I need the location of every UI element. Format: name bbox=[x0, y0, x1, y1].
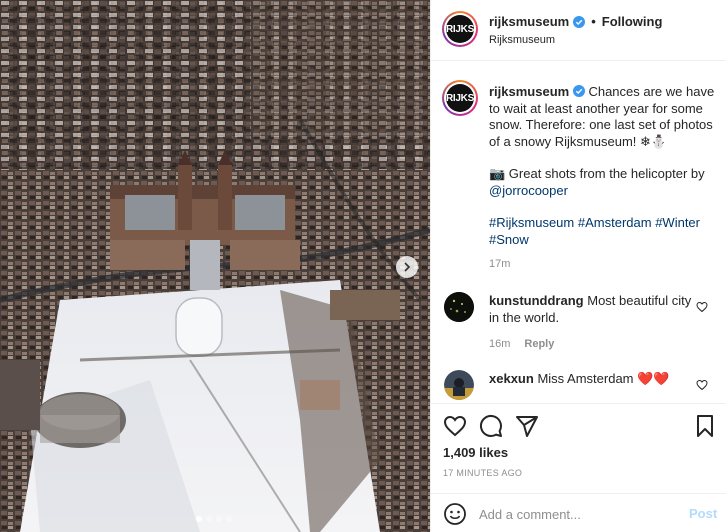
caption-credit: 📷 Great shots from the helicopter by bbox=[489, 166, 705, 181]
commenter-avatar-image bbox=[444, 292, 474, 322]
username-link[interactable]: rijksmuseum bbox=[489, 14, 569, 29]
post-caption: rijksmuseum Chances are we have to wait … bbox=[489, 84, 719, 248]
commenter-avatar-image bbox=[444, 370, 474, 400]
carousel-dot bbox=[196, 516, 202, 522]
post-header: RIJKS rijksmuseum • Following Rijksmuseu… bbox=[431, 0, 726, 61]
reply-button[interactable]: Reply bbox=[524, 338, 554, 350]
comment-body: xekxun Miss Amsterdam ❤️❤️ bbox=[489, 370, 694, 387]
post-photo[interactable] bbox=[0, 0, 430, 532]
comment-meta: 16m Reply bbox=[489, 338, 554, 350]
post-timestamp[interactable]: 17 MINUTES AGO bbox=[443, 468, 522, 478]
avatar[interactable] bbox=[444, 370, 474, 400]
comment-like-heart-icon[interactable] bbox=[696, 301, 708, 313]
separator-dot: • bbox=[591, 14, 596, 29]
carousel-dot bbox=[226, 516, 232, 522]
avatar-logo: RIJKS bbox=[446, 84, 474, 112]
likes-count[interactable]: 1,409 likes bbox=[443, 445, 508, 460]
hashtag-link[interactable]: #Rijksmuseum bbox=[489, 215, 574, 230]
comment-like-heart-icon[interactable] bbox=[696, 379, 708, 391]
avatar-logo: RIJKS bbox=[446, 15, 474, 43]
hashtag-link[interactable]: #Winter bbox=[655, 215, 700, 230]
chevron-right-icon bbox=[404, 262, 411, 272]
avatar[interactable]: RIJKS bbox=[442, 80, 478, 116]
comment-username[interactable]: kunstunddrang bbox=[489, 293, 584, 308]
like-heart-icon[interactable] bbox=[443, 414, 467, 438]
post-side-panel: RIJKS rijksmuseum • Following Rijksmuseu… bbox=[430, 0, 726, 532]
avatar[interactable] bbox=[444, 292, 474, 322]
mention-link[interactable]: @jorrocooper bbox=[489, 183, 568, 198]
caption-time: 17m bbox=[489, 258, 511, 270]
comment-input[interactable] bbox=[479, 502, 679, 526]
comment-username[interactable]: xekxun bbox=[489, 371, 534, 386]
location-link[interactable]: Rijksmuseum bbox=[489, 34, 555, 46]
carousel-dot bbox=[216, 516, 222, 522]
comment-time: 16m bbox=[489, 338, 511, 350]
carousel-dots bbox=[196, 516, 232, 522]
post-comment-button[interactable]: Post bbox=[689, 506, 717, 521]
carousel-next-button[interactable] bbox=[396, 256, 418, 278]
add-comment-bar: Post bbox=[431, 493, 726, 532]
verified-icon bbox=[573, 15, 586, 28]
following-button[interactable]: Following bbox=[602, 14, 663, 29]
caption-username[interactable]: rijksmuseum bbox=[489, 84, 569, 99]
hashtag-link[interactable]: #Amsterdam bbox=[578, 215, 652, 230]
comment-body: kunstunddrang Most beautiful city in the… bbox=[489, 292, 694, 326]
aerial-city-photo bbox=[0, 0, 430, 532]
header-username-row: rijksmuseum • Following bbox=[489, 14, 662, 29]
emoji-icon[interactable] bbox=[443, 502, 467, 526]
red-hearts-emoji: ❤️❤️ bbox=[637, 371, 670, 386]
comments-list[interactable]: RIJKS rijksmuseum Chances are we have to… bbox=[431, 62, 726, 402]
carousel-dot bbox=[206, 516, 212, 522]
post-actions: 1,409 likes 17 MINUTES AGO bbox=[431, 403, 726, 493]
comment-text: Miss Amsterdam bbox=[537, 371, 634, 386]
verified-icon bbox=[572, 85, 585, 97]
hashtag-link[interactable]: #Snow bbox=[489, 232, 529, 247]
save-bookmark-icon[interactable] bbox=[693, 414, 717, 438]
avatar[interactable]: RIJKS bbox=[442, 11, 478, 47]
share-icon[interactable] bbox=[515, 414, 539, 438]
comment-icon[interactable] bbox=[479, 414, 503, 438]
